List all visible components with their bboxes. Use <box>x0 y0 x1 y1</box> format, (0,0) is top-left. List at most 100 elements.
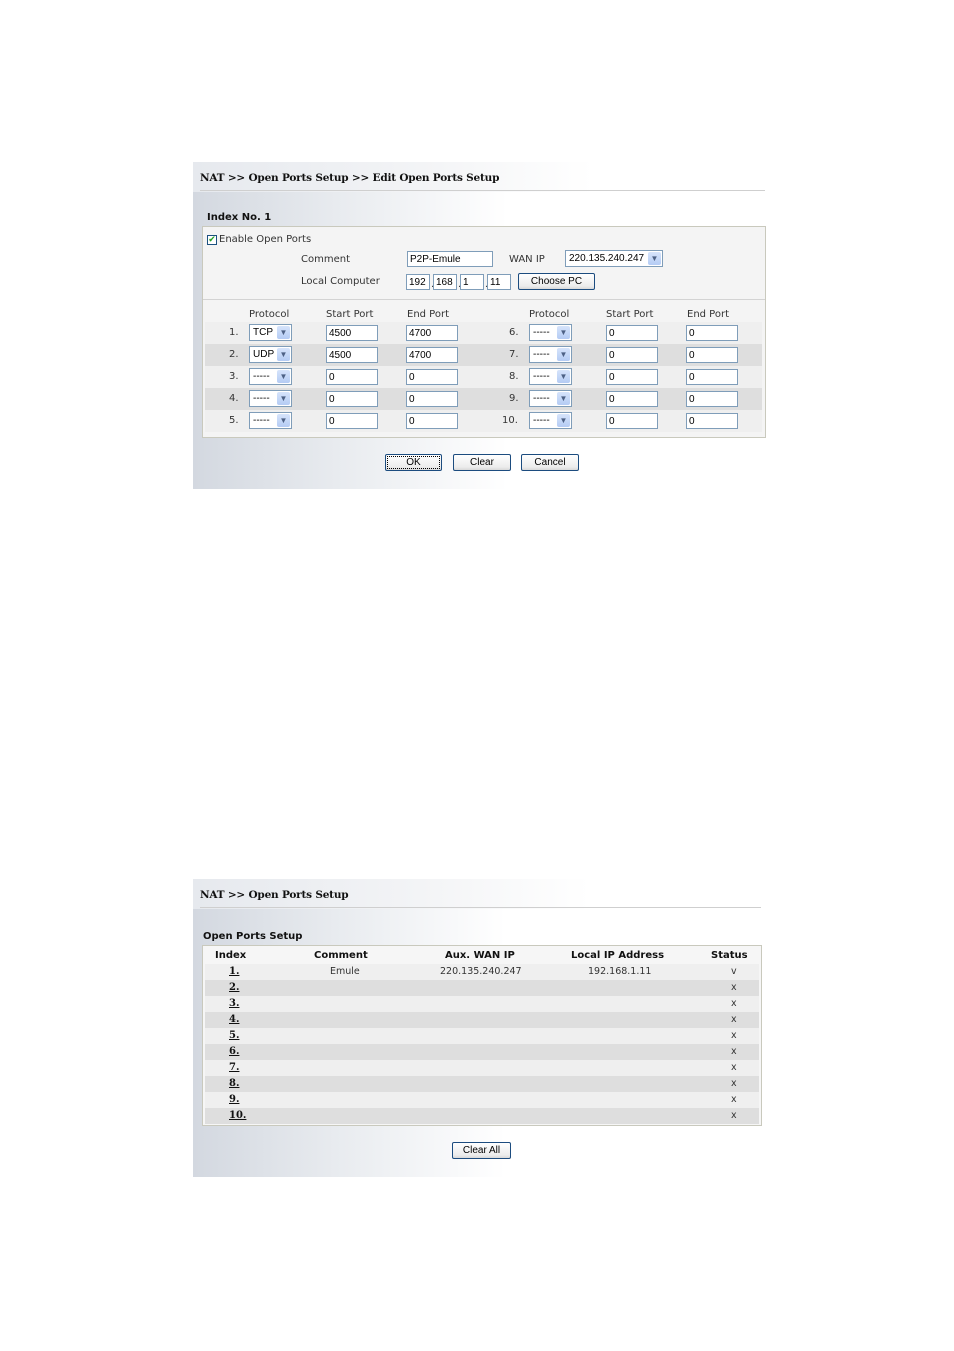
table-row: 9. x <box>205 1092 759 1108</box>
local-computer-label: Local Computer <box>301 276 380 287</box>
index-link[interactable]: 1. <box>229 966 239 977</box>
start-port-input-10[interactable]: 0 <box>606 413 658 429</box>
end-port-input-10[interactable]: 0 <box>686 413 738 429</box>
table-row: 3. x <box>205 996 759 1012</box>
wan-ip-select[interactable]: 220.135.240.247 ▼ <box>565 250 663 267</box>
col-aux-wan-ip: Aux. WAN IP <box>445 950 515 961</box>
status-cell: v <box>731 966 737 977</box>
end-port-input-3[interactable]: 0 <box>406 369 458 385</box>
index-link[interactable]: 6. <box>229 1046 239 1057</box>
ip-octet-1-input[interactable]: 192 <box>406 274 430 290</box>
start-port-input-5[interactable]: 0 <box>326 413 378 429</box>
ok-button[interactable]: OK <box>385 454 442 471</box>
row-number: 10. <box>502 415 518 426</box>
protocol-select-10[interactable]: ----- ▼ <box>529 412 572 429</box>
chevron-down-icon: ▼ <box>277 392 290 405</box>
table-row: 5. x <box>205 1028 759 1044</box>
chevron-down-icon: ▼ <box>648 252 661 265</box>
protocol-select-7[interactable]: ----- ▼ <box>529 346 572 363</box>
protocol-select-3[interactable]: ----- ▼ <box>249 368 292 385</box>
start-port-input-2[interactable]: 4500 <box>326 347 378 363</box>
protocol-value: ----- <box>533 393 550 404</box>
open-ports-form-box: ✔ Enable Open Ports Comment P2P-Emule WA… <box>202 226 766 438</box>
table-row: 10. x <box>205 1108 759 1124</box>
index-link[interactable]: 7. <box>229 1062 239 1073</box>
protocol-value: ----- <box>253 393 270 404</box>
protocol-select-1[interactable]: TCP ▼ <box>249 324 292 341</box>
ip-octet-2-input[interactable]: 168 <box>433 274 457 290</box>
protocol-select-4[interactable]: ----- ▼ <box>249 390 292 407</box>
end-port-input-5[interactable]: 0 <box>406 413 458 429</box>
end-port-input-6[interactable]: 0 <box>686 325 738 341</box>
comment-input[interactable]: P2P-Emule <box>407 251 493 267</box>
protocol-select-8[interactable]: ----- ▼ <box>529 368 572 385</box>
protocol-select-6[interactable]: ----- ▼ <box>529 324 572 341</box>
start-port-input-7[interactable]: 0 <box>606 347 658 363</box>
index-link[interactable]: 4. <box>229 1014 239 1025</box>
open-ports-table: Index Comment Aux. WAN IP Local IP Addre… <box>202 945 762 1126</box>
col-local-ip: Local IP Address <box>571 950 665 961</box>
start-port-input-4[interactable]: 0 <box>326 391 378 407</box>
protocol-value: ----- <box>533 371 550 382</box>
chevron-down-icon: ▼ <box>557 414 570 427</box>
status-cell: x <box>731 1046 737 1057</box>
edit-open-ports-panel: NAT >> Open Ports Setup >> Edit Open Por… <box>193 162 766 489</box>
breadcrumb: NAT >> Open Ports Setup <box>200 889 349 901</box>
enable-open-ports-label: Enable Open Ports <box>219 234 312 245</box>
start-port-input-3[interactable]: 0 <box>326 369 378 385</box>
open-ports-list-panel: NAT >> Open Ports Setup Open Ports Setup… <box>193 879 762 1177</box>
end-port-input-7[interactable]: 0 <box>686 347 738 363</box>
row-number: 4. <box>229 393 239 404</box>
status-cell: x <box>731 1078 737 1089</box>
index-link[interactable]: 8. <box>229 1078 239 1089</box>
enable-open-ports-checkbox[interactable]: ✔ <box>207 235 217 245</box>
start-port-input-1[interactable]: 4500 <box>326 325 378 341</box>
status-cell: x <box>731 1110 737 1121</box>
aux-wan-ip-cell: 220.135.240.247 <box>440 966 522 977</box>
protocol-select-2[interactable]: UDP ▼ <box>249 346 292 363</box>
index-link[interactable]: 3. <box>229 998 239 1009</box>
protocol-value: ----- <box>533 327 550 338</box>
row-number: 2. <box>229 349 239 360</box>
ip-octet-3-input[interactable]: 1 <box>460 274 484 290</box>
clear-button[interactable]: Clear <box>453 454 511 471</box>
wan-ip-label: WAN IP <box>509 254 545 265</box>
col-index: Index <box>215 950 247 961</box>
start-port-input-9[interactable]: 0 <box>606 391 658 407</box>
status-cell: x <box>731 1062 737 1073</box>
end-port-header-left: End Port <box>407 309 450 320</box>
end-port-input-9[interactable]: 0 <box>686 391 738 407</box>
choose-pc-button[interactable]: Choose PC <box>518 273 595 290</box>
index-link[interactable]: 9. <box>229 1094 239 1105</box>
chevron-down-icon: ▼ <box>557 326 570 339</box>
wan-ip-value: 220.135.240.247 <box>569 253 645 264</box>
status-cell: x <box>731 1014 737 1025</box>
row-number: 8. <box>509 371 519 382</box>
end-port-input-8[interactable]: 0 <box>686 369 738 385</box>
start-port-input-8[interactable]: 0 <box>606 369 658 385</box>
index-link[interactable]: 2. <box>229 982 239 993</box>
index-link[interactable]: 5. <box>229 1030 239 1041</box>
cancel-button[interactable]: Cancel <box>521 454 579 471</box>
protocol-value: UDP <box>253 349 275 360</box>
chevron-down-icon: ▼ <box>557 392 570 405</box>
end-port-input-2[interactable]: 4700 <box>406 347 458 363</box>
protocol-select-9[interactable]: ----- ▼ <box>529 390 572 407</box>
section-title: Open Ports Setup <box>203 931 303 942</box>
breadcrumb-divider <box>200 907 761 908</box>
end-port-input-1[interactable]: 4700 <box>406 325 458 341</box>
ip-octet-4-input[interactable]: 11 <box>487 274 511 290</box>
index-link[interactable]: 10. <box>229 1110 246 1121</box>
chevron-down-icon: ▼ <box>557 348 570 361</box>
row-number: 9. <box>509 393 519 404</box>
row-number: 7. <box>509 349 519 360</box>
end-port-header-right: End Port <box>687 309 730 320</box>
table-row: 6. x <box>205 1044 759 1060</box>
checkmark-icon: ✔ <box>208 235 216 245</box>
row-number: 5. <box>229 415 239 426</box>
protocol-select-5[interactable]: ----- ▼ <box>249 412 292 429</box>
end-port-input-4[interactable]: 0 <box>406 391 458 407</box>
start-port-input-6[interactable]: 0 <box>606 325 658 341</box>
clear-all-button[interactable]: Clear All <box>452 1142 511 1159</box>
table-row: 1. Emule 220.135.240.247 192.168.1.11 v <box>205 964 759 980</box>
